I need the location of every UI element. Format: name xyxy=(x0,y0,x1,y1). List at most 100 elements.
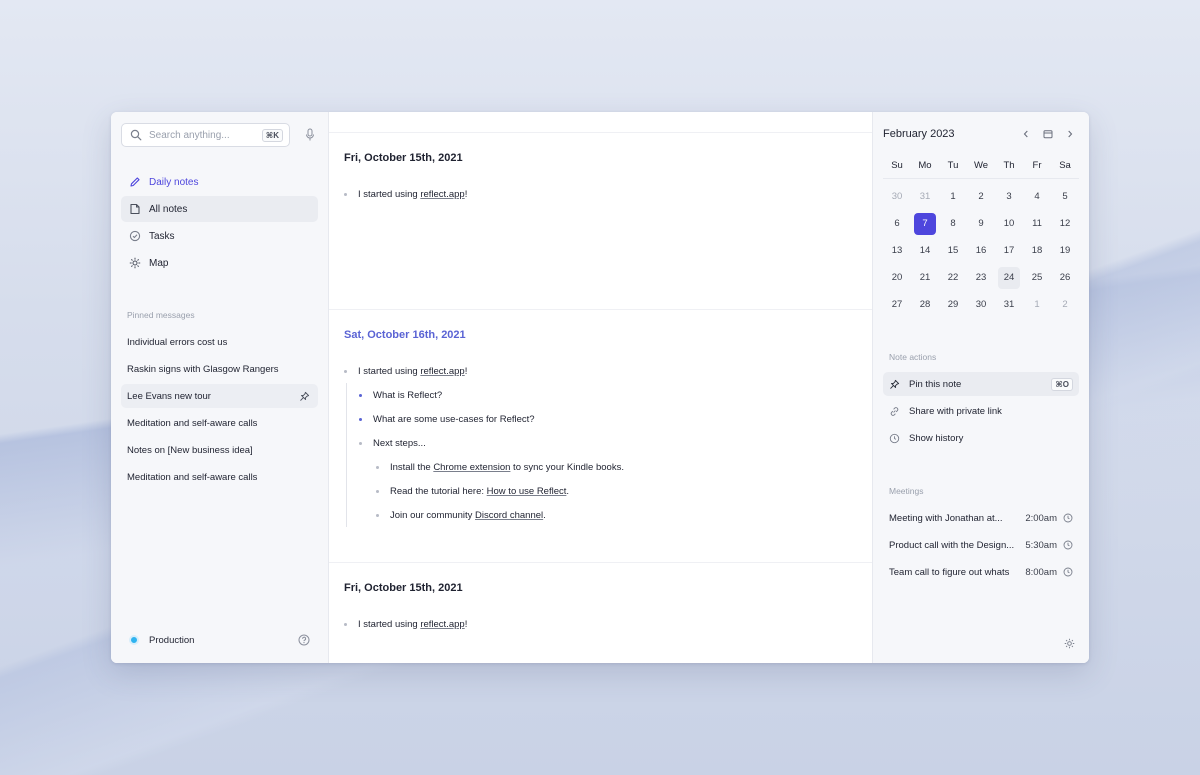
calendar-day[interactable]: 16 xyxy=(970,240,992,262)
calendar-day[interactable]: 26 xyxy=(1054,267,1076,289)
bullet-dot xyxy=(344,369,347,373)
note-bullet[interactable]: Read the tutorial here: How to use Refle… xyxy=(376,479,857,503)
note-bullet[interactable]: I started using reflect.app ! xyxy=(344,359,857,383)
daily-note: Fri, October 15th, 2021 I started using … xyxy=(329,152,872,310)
nav-item-label: All notes xyxy=(149,203,188,215)
note-bullet[interactable]: Join our community Discord channel. xyxy=(376,503,857,527)
share-link-action[interactable]: Share with private link xyxy=(883,399,1079,423)
note-bullet[interactable]: What is Reflect? xyxy=(359,383,857,407)
calendar-day[interactable]: 27 xyxy=(886,294,908,316)
calendar-day[interactable]: 24 xyxy=(998,267,1020,289)
calendar-day[interactable]: 12 xyxy=(1054,213,1076,235)
brightness-icon[interactable] xyxy=(1064,638,1075,649)
note-bullet[interactable]: I started using reflect.app ! xyxy=(344,182,857,206)
calendar-day[interactable]: 9 xyxy=(970,213,992,235)
pinned-item[interactable]: Meditation and self-aware calls xyxy=(121,465,318,489)
calendar-day[interactable]: 30 xyxy=(886,186,908,208)
calendar-day[interactable]: 13 xyxy=(886,240,908,262)
calendar-day[interactable]: 6 xyxy=(886,213,908,235)
calendar-day[interactable]: 17 xyxy=(998,240,1020,262)
microphone-icon[interactable] xyxy=(304,128,316,142)
chevron-right-icon[interactable] xyxy=(1065,129,1075,139)
nav-item-label: Tasks xyxy=(149,230,175,242)
calendar-day[interactable]: 1 xyxy=(942,186,964,208)
note-link[interactable]: How to use Reflect xyxy=(487,486,567,497)
calendar-day[interactable]: 22 xyxy=(942,267,964,289)
chevron-left-icon[interactable] xyxy=(1021,129,1031,139)
note-bullet[interactable]: I started using reflect.app ! xyxy=(344,612,857,636)
nav-item-all-notes[interactable]: All notes xyxy=(121,196,318,222)
pinned-item[interactable]: Notes on [New business idea] xyxy=(121,438,318,462)
note-link[interactable]: Chrome extension xyxy=(433,462,510,473)
bullet-dot xyxy=(359,441,362,445)
calendar-icon[interactable] xyxy=(1043,129,1053,139)
action-label: Show history xyxy=(909,432,964,444)
note-bullet[interactable]: Install the Chrome extension to sync you… xyxy=(376,455,857,479)
calendar-day[interactable]: 2 xyxy=(970,186,992,208)
note-link[interactable]: Discord channel xyxy=(475,510,543,521)
show-history-action[interactable]: Show history xyxy=(883,426,1079,450)
calendar-day[interactable]: 15 xyxy=(942,240,964,262)
meeting-item[interactable]: Team call to figure out whats 8:00am xyxy=(883,560,1079,584)
calendar-day[interactable]: 18 xyxy=(1026,240,1048,262)
right-panel: February 2023 Su Mo Tu We Th Fr Sa 30 31 1 2 3 4 5 6 7 8… xyxy=(872,112,1089,663)
note-actions-label: Note actions xyxy=(889,352,937,362)
workspace-switcher[interactable]: Production xyxy=(129,634,310,646)
nav-item-map[interactable]: Map xyxy=(121,250,318,276)
pinned-item-label: Raskin signs with Glasgow Rangers xyxy=(127,363,279,375)
calendar-weekday: Fr xyxy=(1032,160,1042,171)
note-bullet[interactable]: Next steps... xyxy=(359,431,857,455)
calendar-day[interactable]: 10 xyxy=(998,213,1020,235)
calendar-month-title: February 2023 xyxy=(883,128,955,140)
daily-note: Fri, October 15th, 2021 I started using … xyxy=(329,582,872,636)
calendar-controls xyxy=(1021,129,1075,139)
clock-icon xyxy=(1063,567,1073,577)
note-link[interactable]: reflect.app xyxy=(420,619,464,630)
calendar-day[interactable]: 19 xyxy=(1054,240,1076,262)
calendar-day[interactable]: 30 xyxy=(970,294,992,316)
calendar-day[interactable]: 23 xyxy=(970,267,992,289)
calendar-divider xyxy=(883,178,1079,179)
calendar-day[interactable]: 3 xyxy=(998,186,1020,208)
calendar-day[interactable]: 1 xyxy=(1026,294,1048,316)
nav-item-tasks[interactable]: Tasks xyxy=(121,223,318,249)
pin-note-action[interactable]: Pin this note ⌘O xyxy=(883,372,1079,396)
help-icon[interactable] xyxy=(298,634,310,646)
pinned-section-label: Pinned messages xyxy=(127,310,195,320)
calendar-day[interactable]: 11 xyxy=(1026,213,1048,235)
meeting-item[interactable]: Meeting with Jonathan at... 2:00am xyxy=(883,506,1079,530)
clock-icon xyxy=(1063,540,1073,550)
calendar-day[interactable]: 5 xyxy=(1054,186,1076,208)
calendar-day[interactable]: 2 xyxy=(1054,294,1076,316)
pinned-item-label: Meditation and self-aware calls xyxy=(127,471,258,483)
calendar-weekday: Tu xyxy=(947,160,959,171)
pinned-item[interactable]: Lee Evans new tour xyxy=(121,384,318,408)
bullet-text: I started using xyxy=(358,618,418,630)
calendar-weekday: Su xyxy=(891,160,903,171)
calendar-day[interactable]: 29 xyxy=(942,294,964,316)
daily-note-title: Fri, October 15th, 2021 xyxy=(344,582,463,594)
pinned-item-label: Lee Evans new tour xyxy=(127,390,211,402)
note-bullet[interactable]: What are some use-cases for Reflect? xyxy=(359,407,857,431)
note-link[interactable]: reflect.app xyxy=(420,189,464,200)
calendar-day[interactable]: 25 xyxy=(1026,267,1048,289)
calendar-day[interactable]: 8 xyxy=(942,213,964,235)
calendar-day[interactable]: 28 xyxy=(914,294,936,316)
calendar-day[interactable]: 20 xyxy=(886,267,908,289)
nav-item-daily-notes[interactable]: Daily notes xyxy=(121,169,318,195)
calendar-day[interactable]: 21 xyxy=(914,267,936,289)
meeting-item[interactable]: Product call with the Design... 5:30am xyxy=(883,533,1079,557)
action-label: Pin this note xyxy=(909,378,962,390)
pin-icon[interactable] xyxy=(299,391,310,402)
pinned-item[interactable]: Meditation and self-aware calls xyxy=(121,411,318,435)
calendar-day[interactable]: 7 xyxy=(914,213,936,235)
pinned-item[interactable]: Raskin signs with Glasgow Rangers xyxy=(121,357,318,381)
note-link[interactable]: reflect.app xyxy=(420,366,464,377)
calendar-day[interactable]: 31 xyxy=(914,186,936,208)
calendar-day[interactable]: 14 xyxy=(914,240,936,262)
calendar-day[interactable]: 31 xyxy=(998,294,1020,316)
daily-note-title: Fri, October 15th, 2021 xyxy=(344,152,463,164)
calendar-day[interactable]: 4 xyxy=(1026,186,1048,208)
pinned-item[interactable]: Individual errors cost us xyxy=(121,330,318,354)
search-input[interactable]: Search anything... ⌘K xyxy=(121,123,290,147)
